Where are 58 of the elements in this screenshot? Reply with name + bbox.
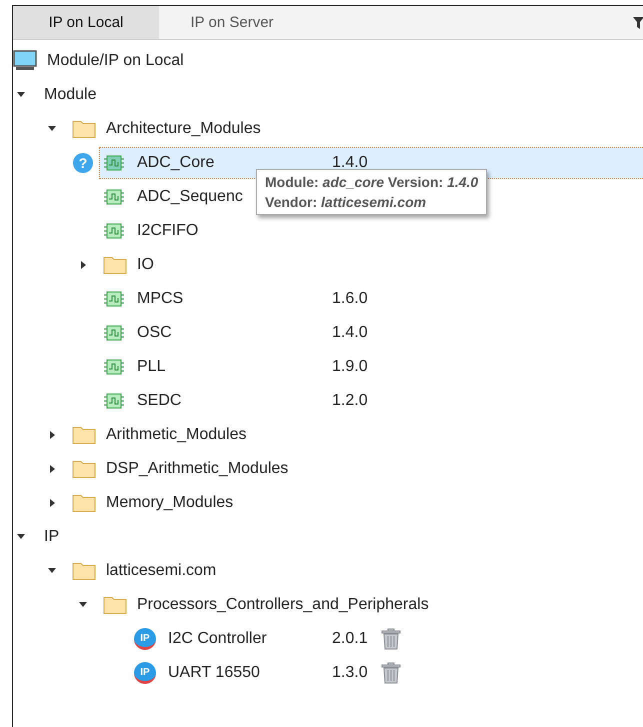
folder-icon	[103, 596, 127, 614]
tab[interactable]: IP on Server	[159, 6, 305, 39]
folder-icon	[72, 120, 96, 138]
chip-icon	[103, 392, 125, 410]
tree-item-label[interactable]: SEDC	[137, 392, 182, 410]
trash-icon[interactable]	[381, 628, 401, 650]
tree-item-label[interactable]: MPCS	[137, 290, 184, 308]
tree-item-label[interactable]: DSP_Arithmetic_Modules	[106, 460, 288, 478]
collapsed-arrow-icon[interactable]	[48, 431, 56, 439]
tree-item-label[interactable]: Module	[44, 86, 96, 104]
collapsed-arrow-icon[interactable]	[48, 499, 56, 507]
monitor-icon	[13, 50, 37, 72]
expanded-arrow-icon[interactable]	[17, 533, 25, 541]
tree-item-label[interactable]: Processors_Controllers_and_Peripherals	[137, 596, 429, 614]
expanded-arrow-icon[interactable]	[48, 125, 56, 133]
folder-icon	[103, 256, 127, 274]
version-text: 1.2.0	[332, 392, 368, 410]
tree-item-label[interactable]: Arithmetic_Modules	[106, 426, 246, 444]
chip-icon	[103, 154, 125, 172]
version-text: 1.4.0	[332, 324, 368, 342]
folder-icon	[72, 426, 96, 444]
tree-item-label[interactable]: ADC_Sequenc	[137, 188, 243, 206]
ip-core-icon: IP	[134, 662, 156, 684]
version-text: 1.4.0	[332, 154, 368, 172]
folder-icon	[72, 562, 96, 580]
trash-icon[interactable]	[381, 662, 401, 684]
tab[interactable]: IP on Local	[13, 6, 159, 39]
tree-item-label[interactable]: I2CFIFO	[137, 222, 198, 240]
chip-icon	[103, 222, 125, 240]
tree-item-label[interactable]: Memory_Modules	[106, 494, 234, 512]
collapsed-arrow-icon[interactable]	[48, 465, 56, 473]
tree-item-label[interactable]: ADC_Core	[137, 154, 214, 172]
collapsed-arrow-icon[interactable]	[79, 261, 87, 269]
tree-item-label[interactable]: I2C Controller	[168, 630, 267, 648]
tree-item-label[interactable]: Architecture_Modules	[106, 120, 261, 138]
tree-item-label: Module/IP on Local	[47, 52, 184, 70]
tree-item-label[interactable]: IO	[137, 256, 154, 274]
version-text: 1.6.0	[332, 290, 368, 308]
expanded-arrow-icon[interactable]	[48, 567, 56, 575]
tree-item-label[interactable]: latticesemi.com	[106, 562, 216, 580]
version-text: 1.9.0	[332, 358, 368, 376]
chip-icon	[103, 188, 125, 206]
version-text: 1.3.0	[332, 664, 368, 682]
tree-item-label[interactable]: PLL	[137, 358, 166, 376]
tree-item-label[interactable]: OSC	[137, 324, 172, 342]
chip-icon	[103, 358, 125, 376]
folder-icon	[72, 460, 96, 478]
tooltip-text: Vendor: latticesemi.com	[265, 193, 428, 212]
chip-icon	[103, 290, 125, 308]
chip-icon	[103, 324, 125, 342]
ip-core-icon: IP	[134, 628, 156, 650]
tree-item-label[interactable]: UART 16550	[168, 664, 260, 682]
help-icon: ?	[73, 153, 93, 173]
folder-icon	[72, 494, 96, 512]
expanded-arrow-icon[interactable]	[79, 601, 87, 609]
version-text: 2.0.1	[332, 630, 368, 648]
expanded-arrow-icon[interactable]	[17, 91, 25, 99]
tree-item-label[interactable]: IP	[44, 528, 60, 546]
